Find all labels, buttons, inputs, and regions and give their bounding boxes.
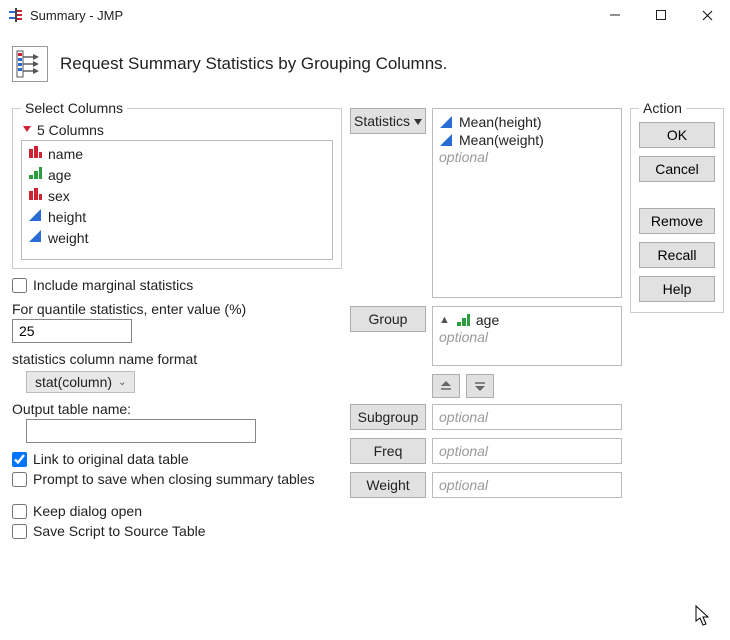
app-icon: [8, 7, 24, 23]
column-item-name[interactable]: name: [22, 143, 332, 164]
keep-dialog-checkbox[interactable]: Keep dialog open: [12, 503, 342, 519]
maximize-button[interactable]: [638, 0, 684, 30]
disclosure-icon[interactable]: [21, 122, 33, 138]
subgroup-button[interactable]: Subgroup: [350, 404, 426, 430]
continuous-icon: [439, 133, 453, 147]
optional-placeholder: optional: [439, 477, 488, 493]
continuous-icon: [28, 229, 42, 246]
stat-entry[interactable]: Mean(weight): [439, 131, 615, 149]
optional-placeholder: optional: [439, 443, 488, 459]
optional-placeholder: optional: [439, 409, 488, 425]
nominal-icon: [28, 145, 42, 162]
dialog-description: Request Summary Statistics by Grouping C…: [60, 54, 447, 74]
freq-button[interactable]: Freq: [350, 438, 426, 464]
cursor-icon: [695, 605, 711, 630]
include-marginal-checkbox[interactable]: Include marginal statistics: [12, 277, 342, 293]
output-table-label: Output table name:: [12, 401, 342, 417]
colname-format-select[interactable]: stat(column) ⌄: [26, 371, 135, 393]
minimize-button[interactable]: [592, 0, 638, 30]
select-columns-legend: Select Columns: [21, 100, 127, 116]
prompt-save-checkbox[interactable]: Prompt to save when closing summary tabl…: [12, 471, 342, 487]
statistics-box[interactable]: Mean(height) Mean(weight) optional: [432, 108, 622, 298]
sort-indicator-icon: ▲: [439, 314, 450, 326]
column-item-age[interactable]: age: [22, 164, 332, 185]
ordinal-icon: [28, 166, 42, 183]
group-button[interactable]: Group: [350, 306, 426, 332]
quantile-label: For quantile statistics, enter value (%): [12, 301, 342, 317]
ok-button[interactable]: OK: [639, 122, 715, 148]
close-button[interactable]: [684, 0, 730, 30]
columns-list[interactable]: name age sex height: [21, 140, 333, 260]
optional-placeholder: optional: [439, 329, 615, 345]
statistics-button[interactable]: Statistics: [350, 108, 426, 134]
action-group: Action OK Cancel Remove Recall Help: [630, 100, 724, 313]
action-legend: Action: [639, 100, 686, 116]
column-item-height[interactable]: height: [22, 206, 332, 227]
title-bar: Summary - JMP: [0, 0, 730, 30]
cancel-button[interactable]: Cancel: [639, 156, 715, 182]
nominal-icon: [28, 187, 42, 204]
column-item-weight[interactable]: weight: [22, 227, 332, 248]
output-table-input[interactable]: [26, 419, 256, 443]
continuous-icon: [439, 115, 453, 129]
weight-button[interactable]: Weight: [350, 472, 426, 498]
subgroup-box[interactable]: optional: [432, 404, 622, 430]
window-controls: [592, 0, 730, 30]
help-button[interactable]: Help: [639, 276, 715, 302]
continuous-icon: [28, 208, 42, 225]
column-item-sex[interactable]: sex: [22, 185, 332, 206]
link-original-checkbox[interactable]: Link to original data table: [12, 451, 342, 467]
recall-button[interactable]: Recall: [639, 242, 715, 268]
chevron-down-icon: ⌄: [118, 377, 126, 388]
save-script-checkbox[interactable]: Save Script to Source Table: [12, 523, 342, 539]
quantile-input[interactable]: [12, 319, 132, 343]
chevron-down-icon: [414, 113, 422, 129]
group-box[interactable]: ▲ age optional: [432, 306, 622, 366]
group-entry[interactable]: ▲ age: [439, 311, 615, 329]
stat-entry[interactable]: Mean(height): [439, 113, 615, 131]
optional-placeholder: optional: [439, 149, 615, 165]
window-title: Summary - JMP: [30, 8, 592, 23]
freq-box[interactable]: optional: [432, 438, 622, 464]
summary-icon: [12, 46, 48, 82]
ordinal-icon: [456, 313, 470, 327]
sort-desc-button[interactable]: [466, 374, 494, 398]
colname-format-label: statistics column name format: [12, 351, 342, 367]
columns-count: 5 Columns: [37, 122, 104, 138]
remove-button[interactable]: Remove: [639, 208, 715, 234]
sort-asc-button[interactable]: [432, 374, 460, 398]
dialog-header: Request Summary Statistics by Grouping C…: [12, 46, 718, 82]
select-columns-group: Select Columns 5 Columns name age: [12, 100, 342, 269]
weight-box[interactable]: optional: [432, 472, 622, 498]
